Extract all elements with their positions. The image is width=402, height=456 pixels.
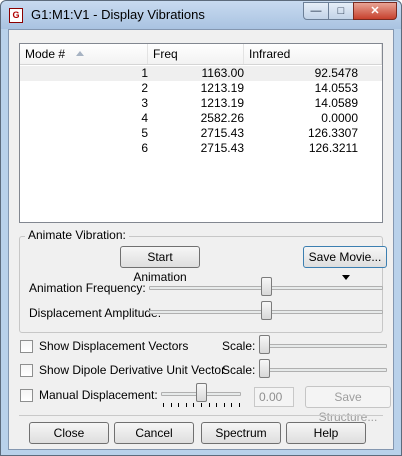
- show-dipole-derivative-label: Show Dipole Derivative Unit Vector: [39, 363, 226, 377]
- start-animation-button[interactable]: Start Animation: [120, 246, 200, 284]
- freq-cell: 2715.43: [200, 126, 244, 140]
- table-row[interactable]: 2 1213.19 14.0553: [20, 81, 382, 96]
- freq-cell: 1213.19: [200, 96, 244, 110]
- close-window-button[interactable]: ✕: [353, 2, 397, 20]
- slider-tick: [216, 403, 218, 407]
- table-header: Mode # Freq Infrared: [20, 44, 382, 65]
- header-mode[interactable]: Mode #: [20, 44, 148, 64]
- infrared-cell: 126.3211: [308, 141, 358, 155]
- manual-displacement-label: Manual Displacement:: [39, 388, 158, 402]
- freq-cell: 1213.19: [200, 81, 244, 95]
- cancel-button[interactable]: Cancel: [114, 422, 194, 444]
- header-mode-label: Mode #: [25, 47, 66, 61]
- infrared-cell: 14.0589: [314, 96, 358, 110]
- slider-tick: [193, 403, 195, 407]
- display-vibrations-window: G G1:M1:V1 - Display Vibrations — □ ✕ Mo…: [0, 0, 402, 456]
- infrared-cell: 126.3307: [307, 126, 358, 140]
- slider-tick: [223, 403, 225, 407]
- gaussview-icon: G: [9, 8, 23, 23]
- table-row[interactable]: 1 1163.00 92.5478: [20, 66, 382, 81]
- mode-cell: 3: [141, 96, 148, 110]
- displacement-amplitude-slider[interactable]: [260, 301, 272, 320]
- save-structure-button[interactable]: Save Structure...: [305, 386, 391, 424]
- dipole-scale-slider[interactable]: [259, 359, 270, 378]
- window-title: G1:M1:V1 - Display Vibrations: [31, 7, 205, 22]
- mode-cell: 2: [141, 81, 148, 95]
- table-row[interactable]: 6 2715.43 126.3211: [20, 141, 382, 156]
- infrared-cell: 14.0553: [314, 81, 358, 95]
- animation-frequency-slider[interactable]: [260, 277, 272, 296]
- manual-displacement-slider[interactable]: [195, 383, 207, 402]
- help-button[interactable]: Help: [286, 422, 366, 444]
- infrared-cell: 0.0000: [321, 111, 358, 125]
- save-movie-button[interactable]: Save Movie...: [303, 246, 387, 281]
- freq-cell: 2582.26: [200, 111, 244, 125]
- slider-tick: [170, 403, 172, 407]
- slider-tick: [178, 403, 180, 407]
- dipole-scale-label: Scale:: [222, 363, 256, 377]
- displacement-amplitude-label: Displacement Amplitude:: [29, 306, 162, 320]
- header-infrared[interactable]: Infrared: [244, 44, 382, 64]
- dropdown-arrow-icon: [342, 275, 350, 281]
- minimize-button[interactable]: —: [303, 2, 329, 20]
- mode-cell: 5: [141, 126, 148, 140]
- freq-cell: 2715.43: [200, 141, 244, 155]
- slider-tick: [201, 403, 202, 407]
- vectors-scale-slider[interactable]: [259, 335, 270, 354]
- footer-divider: [19, 415, 383, 416]
- slider-tick: [208, 403, 210, 407]
- freq-cell: 1163.00: [201, 66, 245, 80]
- show-displacement-vectors-checkbox[interactable]: [20, 340, 33, 353]
- header-freq[interactable]: Freq: [148, 44, 244, 64]
- table-row[interactable]: 4 2582.26 0.0000: [20, 111, 382, 126]
- manual-displacement-checkbox[interactable]: [20, 389, 33, 402]
- slider-tick: [185, 403, 187, 407]
- vectors-scale-label: Scale:: [222, 339, 256, 353]
- sort-ascending-icon: [76, 51, 84, 56]
- animation-frequency-label: Animation Frequency:: [29, 281, 146, 295]
- title-bar[interactable]: G G1:M1:V1 - Display Vibrations — □ ✕: [1, 1, 401, 29]
- infrared-cell: 92.5478: [314, 66, 358, 80]
- slider-tick: [239, 403, 240, 407]
- dipole-scale-track[interactable]: [259, 368, 387, 372]
- mode-cell: 1: [141, 66, 148, 80]
- show-dipole-derivative-checkbox[interactable]: [20, 364, 33, 377]
- save-movie-label: Save Movie...: [308, 250, 382, 264]
- maximize-button[interactable]: □: [328, 2, 354, 20]
- vibrations-table[interactable]: Mode # Freq Infrared 1 1163.00 92.5478 2 121…: [19, 43, 383, 223]
- spectrum-button[interactable]: Spectrum: [201, 422, 281, 444]
- animate-vibration-label: Animate Vibration:: [25, 228, 129, 242]
- vectors-scale-track[interactable]: [259, 344, 387, 348]
- table-row[interactable]: 3 1213.19 14.0589: [20, 96, 382, 111]
- dialog-body: Mode # Freq Infrared 1 1163.00 92.5478 2 121…: [8, 29, 394, 450]
- mode-cell: 6: [141, 141, 148, 155]
- show-displacement-vectors-label: Show Displacement Vectors: [39, 339, 189, 353]
- table-row[interactable]: 5 2715.43 126.3307: [20, 126, 382, 141]
- mode-cell: 4: [141, 111, 148, 125]
- close-button[interactable]: Close: [29, 422, 109, 444]
- slider-tick: [163, 403, 164, 407]
- manual-displacement-value[interactable]: 0.00: [254, 387, 294, 407]
- slider-tick: [231, 403, 233, 407]
